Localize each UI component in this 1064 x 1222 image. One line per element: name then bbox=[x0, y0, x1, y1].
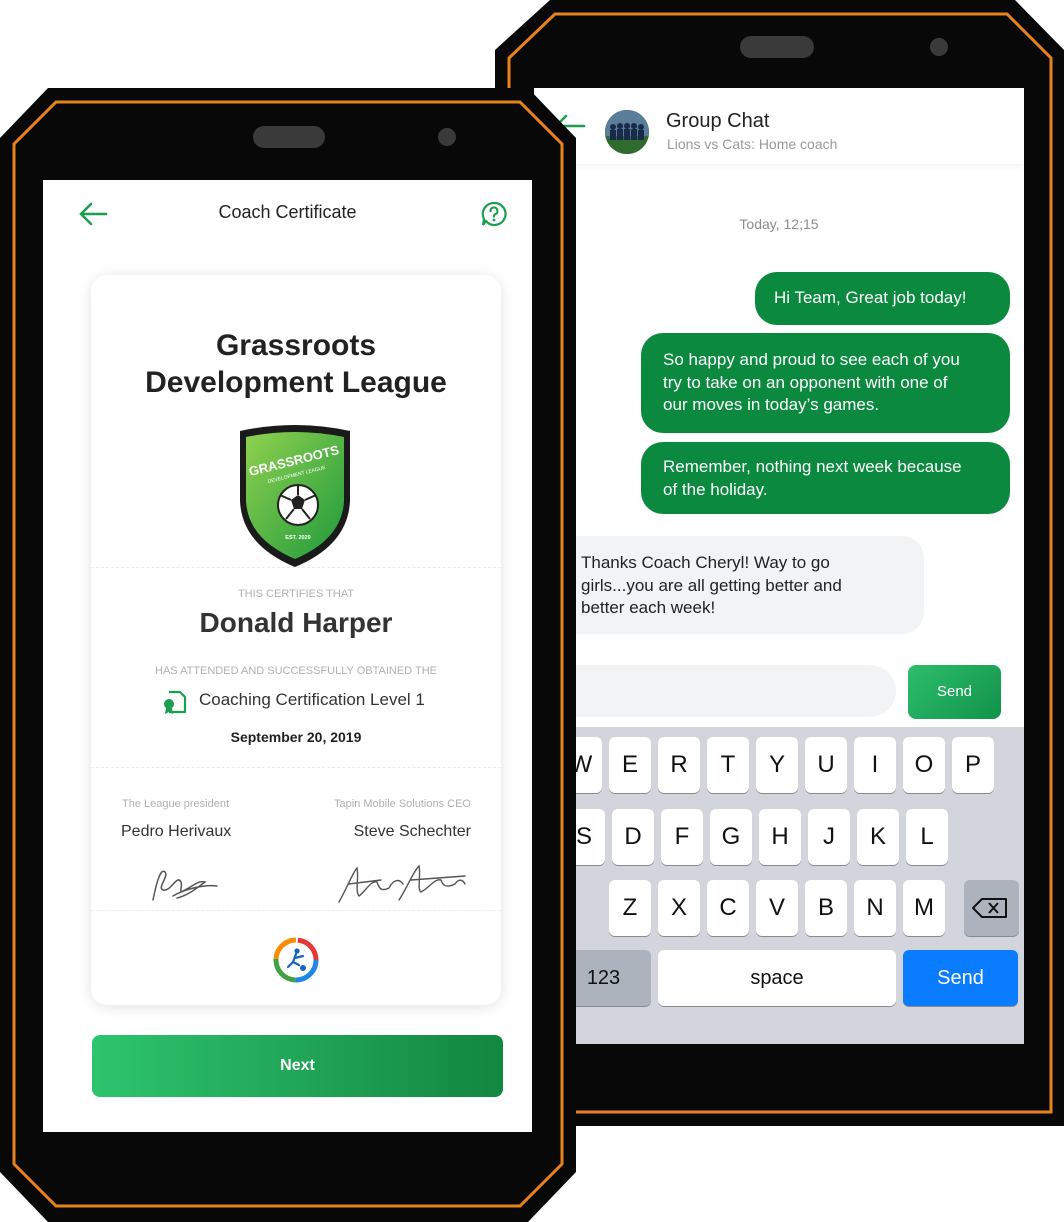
key-v[interactable]: V bbox=[756, 880, 798, 936]
key-u[interactable]: U bbox=[805, 737, 847, 793]
message-bubble[interactable]: Hi Team, Great job today! bbox=[755, 272, 1010, 325]
signer-name: Steve Schechter bbox=[353, 823, 471, 840]
certifies-label: THIS CERTIFIES THAT bbox=[237, 588, 355, 600]
attended-label: HAS ATTENDED AND SUCCESSFULLY OBTAINED T… bbox=[155, 665, 437, 677]
message-line: our moves in today’s games. bbox=[663, 395, 880, 414]
key-f[interactable]: F bbox=[661, 809, 703, 865]
badge-est: EST. 2020 bbox=[285, 535, 310, 541]
league-title-line: Development League bbox=[145, 366, 447, 399]
keyboard: 123 space Send WERTYUIOPASDFGHJKLZXCVBNM bbox=[534, 727, 1024, 1044]
certificate-date: September 20, 2019 bbox=[230, 729, 362, 745]
key-x[interactable]: X bbox=[658, 880, 700, 936]
key-k[interactable]: K bbox=[857, 809, 899, 865]
signer-role: Tapin Mobile Solutions CEO bbox=[334, 798, 471, 810]
avatar[interactable] bbox=[605, 110, 649, 154]
key-z[interactable]: Z bbox=[609, 880, 651, 936]
signer-name: Pedro Herivaux bbox=[121, 823, 232, 840]
key-j[interactable]: J bbox=[808, 809, 850, 865]
league-logo-icon bbox=[273, 937, 319, 983]
message-composer: Send bbox=[534, 653, 1024, 727]
key-m[interactable]: M bbox=[903, 880, 945, 936]
send-button[interactable]: Send bbox=[908, 665, 1001, 719]
chat-screen: Group Chat Lions vs Cats: Home coach Tod… bbox=[534, 88, 1024, 1044]
league-title: Grassroots Development League bbox=[91, 327, 501, 401]
certificate-icon bbox=[164, 690, 187, 714]
key-i[interactable]: I bbox=[854, 737, 896, 793]
key-g[interactable]: G bbox=[710, 809, 752, 865]
key-o[interactable]: O bbox=[903, 737, 945, 793]
keyboard-send-key[interactable]: Send bbox=[903, 950, 1018, 1006]
key-n[interactable]: N bbox=[854, 880, 896, 936]
chat-header: Group Chat Lions vs Cats: Home coach bbox=[534, 88, 1024, 164]
divider bbox=[91, 567, 501, 568]
help-icon[interactable] bbox=[480, 200, 508, 228]
next-button[interactable]: Next bbox=[92, 1035, 503, 1097]
key-h[interactable]: H bbox=[759, 809, 801, 865]
message-line: of the holiday. bbox=[663, 479, 768, 499]
page-title: Coach Certificate bbox=[218, 202, 357, 222]
signature-image bbox=[338, 864, 466, 903]
certificate-card: Grassroots Development League GRASSROOTS… bbox=[91, 275, 501, 1005]
divider bbox=[91, 910, 501, 911]
chat-timestamp: Today, 12;15 bbox=[739, 216, 819, 232]
key-r[interactable]: R bbox=[658, 737, 700, 793]
backspace-icon bbox=[972, 898, 1007, 918]
message-bubble[interactable]: So happy and proud to see each of you tr… bbox=[641, 333, 1010, 433]
team-photo-icon bbox=[605, 110, 649, 154]
key-l[interactable]: L bbox=[906, 809, 948, 865]
signature-image bbox=[152, 870, 218, 901]
message-input[interactable] bbox=[534, 665, 896, 717]
message-line: girls...you are all getting better and bbox=[581, 575, 842, 595]
backspace-key[interactable] bbox=[964, 880, 1019, 936]
chat-subtitle: Lions vs Cats: Home coach bbox=[667, 136, 838, 152]
league-badge: GRASSROOTS DEVELOPMENT LEAGUE EST. 2020 bbox=[240, 425, 350, 567]
key-b[interactable]: B bbox=[805, 880, 847, 936]
recipient-name: Donald Harper bbox=[199, 607, 393, 638]
key-d[interactable]: D bbox=[612, 809, 654, 865]
key-e[interactable]: E bbox=[609, 737, 651, 793]
message-line: So happy and proud to see each of you bbox=[663, 350, 960, 369]
key-t[interactable]: T bbox=[707, 737, 749, 793]
signer-role: The League president bbox=[122, 798, 230, 810]
message-line: Remember, nothing next week because bbox=[663, 457, 962, 476]
top-bar: Coach Certificate bbox=[43, 180, 532, 250]
message-bubble[interactable]: Thanks Coach Cheryl! Way to go girls...y… bbox=[548, 536, 924, 634]
certificate-screen: Coach Certificate Grassroots Development… bbox=[43, 180, 532, 1132]
course-name: Coaching Certification Level 1 bbox=[199, 690, 425, 709]
key-p[interactable]: P bbox=[952, 737, 994, 793]
message-line: better each week! bbox=[581, 598, 716, 617]
message-line: Thanks Coach Cheryl! Way to go bbox=[581, 553, 830, 572]
league-title-line: Grassroots bbox=[215, 329, 377, 362]
key-y[interactable]: Y bbox=[756, 737, 798, 793]
message-line: Hi Team, Great job today! bbox=[774, 288, 967, 307]
chat-title: Group Chat bbox=[666, 110, 770, 132]
space-key[interactable]: space bbox=[658, 950, 896, 1006]
divider bbox=[91, 767, 501, 768]
message-bubble[interactable]: Remember, nothing next week because of t… bbox=[641, 442, 1010, 514]
key-c[interactable]: C bbox=[707, 880, 749, 936]
message-line: try to take on an opponent with one of bbox=[663, 372, 948, 392]
